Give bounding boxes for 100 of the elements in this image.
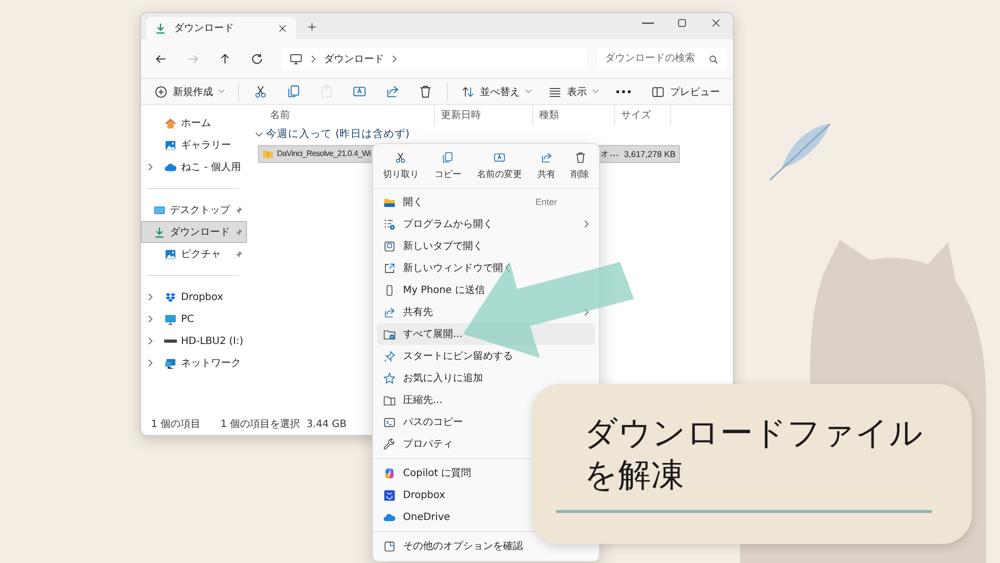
plus-icon [306, 21, 318, 33]
drive-icon [164, 338, 177, 344]
share-icon [540, 151, 554, 164]
folder-icon [383, 394, 396, 406]
clipboard-icon [319, 84, 334, 99]
share-icon [383, 306, 396, 318]
new-window-icon [383, 262, 396, 274]
file-size: 3,617,278 KB [623, 148, 676, 160]
address-bar[interactable]: ダウンロード [281, 46, 587, 70]
chevron-right-icon[interactable] [148, 337, 153, 345]
copilot-icon [383, 466, 396, 480]
status-text: 1 個の項目 [151, 418, 201, 431]
search-field[interactable]: ダウンロードの検索 [597, 46, 727, 70]
file-type: ォ... [599, 147, 620, 161]
sidebar-item[interactable]: ダウンロード [141, 221, 247, 243]
refresh-icon [250, 52, 264, 66]
column-header[interactable]: サイズ [615, 105, 671, 125]
sidebar-item[interactable]: ピクチャ [141, 243, 247, 265]
group-header[interactable]: 今週に入って (昨日は含めず) [255, 125, 410, 143]
house-icon [164, 116, 177, 130]
sidebar-item[interactable]: PC [141, 308, 247, 330]
open-with-icon [383, 218, 396, 230]
sidebar-item[interactable]: Dropbox [141, 286, 247, 308]
chevron-right-icon[interactable] [148, 315, 153, 323]
sidebar-item[interactable]: デスクトップ [141, 199, 247, 221]
quick-action-button[interactable]: コピー [430, 148, 466, 184]
chevron-down-icon [525, 89, 532, 94]
more-icon [616, 90, 631, 94]
up-arrow-icon [218, 52, 232, 66]
chevron-right-icon [311, 54, 316, 62]
path-icon [383, 416, 396, 428]
pin-icon [383, 350, 396, 362]
toolbar-button[interactable]: 表示 [541, 80, 606, 102]
column-header[interactable]: 名前 [247, 105, 435, 125]
caption-text: ダウンロードファイル を解凍 [584, 412, 923, 496]
dropbox-icon [164, 290, 177, 304]
wrench-icon [383, 438, 396, 450]
trash-icon [574, 151, 587, 164]
feather-drawing [769, 123, 831, 181]
new-tab-icon [383, 240, 396, 252]
quick-action-button[interactable]: 切り取り [378, 148, 423, 184]
menu-item[interactable]: 開く Enter [377, 191, 595, 213]
plus-circle-icon [154, 84, 168, 98]
monitor-icon [164, 312, 177, 326]
scissors-icon [394, 151, 408, 164]
menu-item[interactable]: 新しいタブで開く [377, 235, 595, 257]
breadcrumb-item[interactable]: ダウンロード [324, 52, 384, 66]
minimize-icon [642, 22, 654, 24]
chevron-right-icon[interactable] [148, 359, 153, 367]
more-options-icon [383, 540, 396, 552]
share-icon [385, 84, 400, 99]
chevron-down-icon [218, 89, 225, 94]
sidebar-item[interactable]: ネットワーク [141, 352, 247, 374]
cloud-icon [164, 160, 177, 174]
picture-icon [164, 248, 177, 260]
close-icon[interactable] [277, 22, 288, 34]
chevron-down-icon [592, 89, 599, 94]
status-text: 1 個の項目を選択 3.44 GB [220, 418, 346, 431]
column-header[interactable]: 種類 [533, 105, 615, 125]
zip-folder-icon [262, 148, 274, 160]
toolbar-button[interactable]: 新規作成 [147, 80, 232, 102]
close-icon [710, 17, 722, 29]
file-name: DaVinci_Resolve_21.0.4_Wi [277, 148, 371, 160]
download-icon [153, 226, 166, 238]
preview-pane-icon [651, 84, 665, 98]
sidebar-item[interactable]: ホーム [141, 112, 247, 134]
chevron-right-icon[interactable] [148, 163, 153, 171]
rename-icon [492, 151, 506, 164]
network-icon [164, 356, 177, 370]
toolbar-button[interactable]: プレビュー [644, 80, 727, 102]
rename-icon [352, 84, 367, 99]
maximize-icon [676, 17, 688, 29]
pin-icon [234, 228, 243, 236]
sidebar-item[interactable]: ねこ - 個人用 [141, 156, 247, 178]
menu-item[interactable]: 新しいウィンドウで開く [377, 257, 595, 279]
picture-icon [164, 138, 177, 152]
menu-item[interactable]: プログラムから開く [377, 213, 595, 235]
menu-item[interactable]: お気に入りに追加 [377, 367, 595, 389]
sidebar-item[interactable]: ギャラリー [141, 134, 247, 156]
trash-icon [418, 84, 433, 99]
quick-action-button[interactable]: 共有 [534, 148, 560, 184]
extract-icon [383, 328, 396, 340]
quick-action-button[interactable]: 名前の変更 [472, 148, 526, 184]
quick-action-button[interactable]: 削除 [567, 148, 594, 184]
menu-item[interactable]: その他のオプションを確認 [377, 535, 595, 557]
column-header[interactable]: 更新日時 [435, 105, 533, 125]
copy-icon [286, 84, 301, 99]
sidebar-item[interactable]: HD-LBU2 (I:) [141, 330, 247, 352]
desktop-icon [153, 204, 166, 216]
toolbar-button[interactable]: 並べ替え [454, 80, 539, 102]
chevron-right-icon[interactable] [148, 293, 153, 301]
browser-tab[interactable]: ダウンロード [146, 17, 296, 39]
menu-item[interactable]: スタートにピン留めする [377, 345, 595, 367]
sort-icon [461, 84, 475, 98]
pin-icon [234, 206, 243, 214]
search-icon [708, 54, 719, 64]
pin-icon [234, 250, 243, 258]
chevron-down-icon [255, 132, 263, 136]
scissors-icon [253, 84, 268, 99]
download-icon [154, 22, 167, 34]
